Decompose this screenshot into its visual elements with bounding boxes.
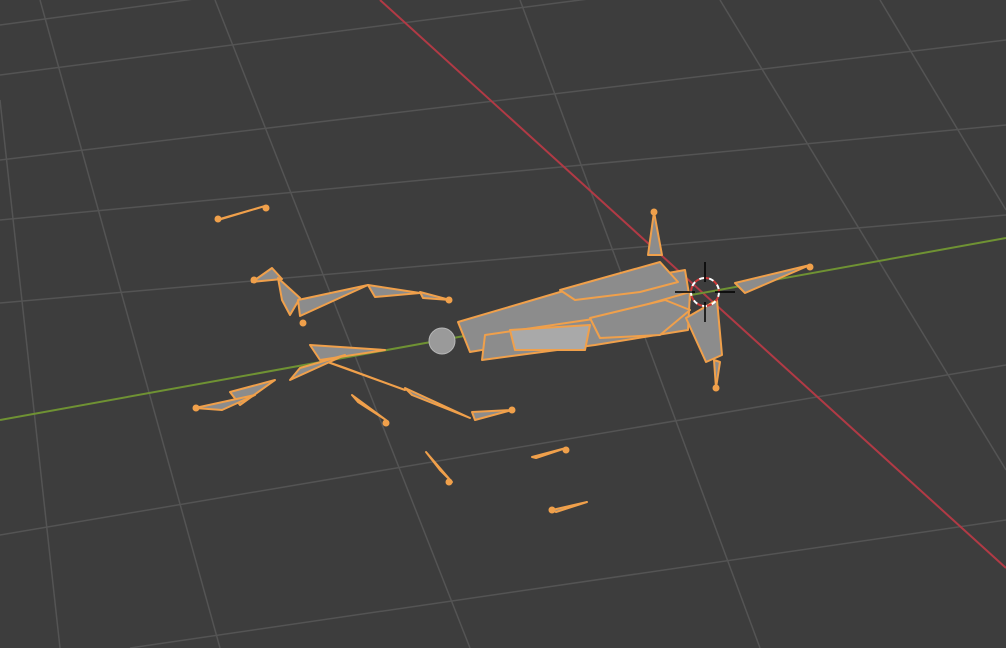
joint[interactable] [806, 263, 814, 271]
bone[interactable] [509, 324, 591, 351]
joint[interactable] [192, 404, 200, 412]
joint[interactable] [445, 296, 453, 304]
joint[interactable] [262, 204, 270, 212]
joint[interactable] [508, 406, 516, 414]
3d-viewport[interactable] [0, 0, 1006, 648]
joint[interactable] [299, 319, 307, 327]
joint[interactable] [445, 478, 453, 486]
joint[interactable] [214, 215, 222, 223]
joint[interactable] [650, 208, 658, 216]
viewport-canvas[interactable] [0, 0, 1006, 648]
joint[interactable] [250, 276, 258, 284]
joint[interactable] [382, 419, 390, 427]
joint[interactable] [712, 384, 720, 392]
root-bone-sphere[interactable] [428, 327, 456, 355]
joint[interactable] [548, 506, 556, 514]
joint[interactable] [562, 446, 570, 454]
